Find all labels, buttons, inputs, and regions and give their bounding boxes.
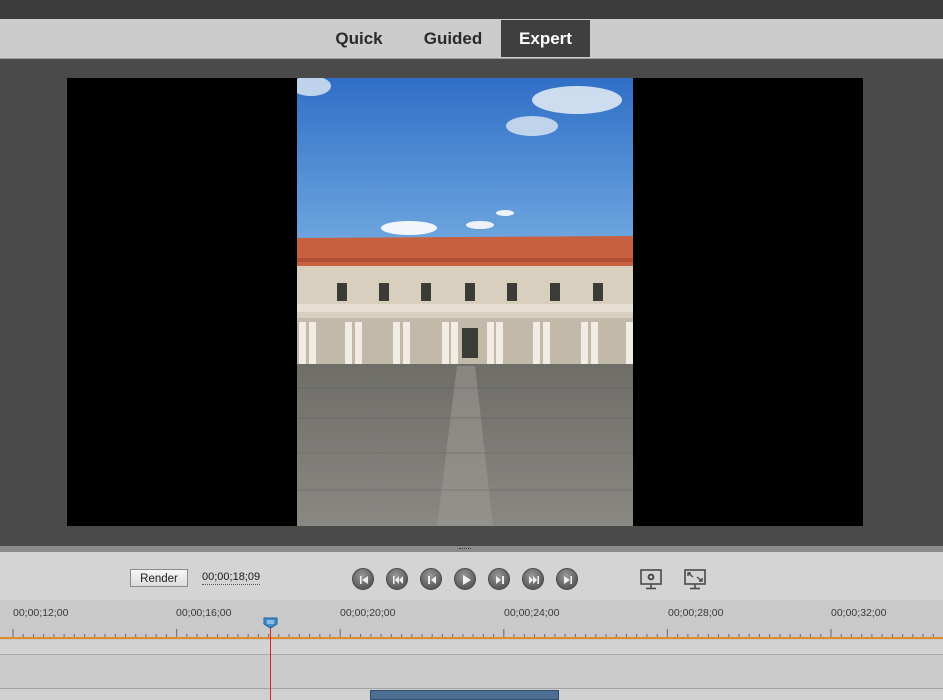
play-button[interactable] bbox=[454, 568, 476, 590]
timeline-track[interactable] bbox=[0, 655, 943, 689]
timeline-track[interactable] bbox=[0, 640, 943, 655]
ruler-label: 00;00;28;00 bbox=[668, 607, 724, 619]
go-to-beginning-icon bbox=[360, 576, 368, 584]
play-icon bbox=[463, 575, 471, 585]
current-timecode[interactable]: 00;00;18;09 bbox=[202, 571, 261, 585]
splitter-grip[interactable] bbox=[459, 548, 471, 551]
step-back-button[interactable] bbox=[420, 568, 442, 590]
mode-tab-bar: Quick Guided Expert bbox=[0, 19, 943, 59]
go-to-previous-clip-button[interactable] bbox=[386, 568, 408, 590]
fullscreen-monitor-icon bbox=[684, 569, 706, 590]
monitor-settings-icon bbox=[640, 569, 662, 590]
go-to-end-button[interactable] bbox=[556, 568, 578, 590]
playhead-handle[interactable] bbox=[263, 617, 278, 629]
ruler-label: 00;00;20;00 bbox=[340, 607, 396, 619]
step-forward-icon bbox=[496, 576, 504, 584]
tab-guided[interactable]: Guided bbox=[414, 20, 492, 57]
ruler-label: 00;00;32;00 bbox=[831, 607, 887, 619]
go-to-next-clip-button[interactable] bbox=[522, 568, 544, 590]
video-clip[interactable] bbox=[370, 690, 559, 700]
tab-quick[interactable]: Quick bbox=[326, 20, 392, 57]
window-top-bar bbox=[0, 0, 943, 19]
fullscreen-monitor-button[interactable] bbox=[684, 568, 708, 590]
video-frame bbox=[297, 78, 633, 526]
ruler-label: 00;00;16;00 bbox=[176, 607, 232, 619]
timeline-work-area-bar bbox=[0, 637, 943, 639]
step-back-icon bbox=[428, 576, 436, 584]
step-forward-button[interactable] bbox=[488, 568, 510, 590]
ruler-label: 00;00;24;00 bbox=[504, 607, 560, 619]
courtyard-image bbox=[297, 78, 633, 526]
go-to-previous-clip-icon bbox=[393, 576, 403, 584]
go-to-next-clip-icon bbox=[529, 576, 539, 584]
playhead-line[interactable] bbox=[270, 626, 271, 700]
monitor-settings-button[interactable] bbox=[640, 568, 664, 590]
ruler-label: 00;00;12;00 bbox=[13, 607, 69, 619]
go-to-end-icon bbox=[564, 576, 572, 584]
go-to-beginning-button[interactable] bbox=[352, 568, 374, 590]
tab-expert[interactable]: Expert bbox=[501, 20, 590, 57]
render-button[interactable]: Render bbox=[130, 569, 188, 587]
